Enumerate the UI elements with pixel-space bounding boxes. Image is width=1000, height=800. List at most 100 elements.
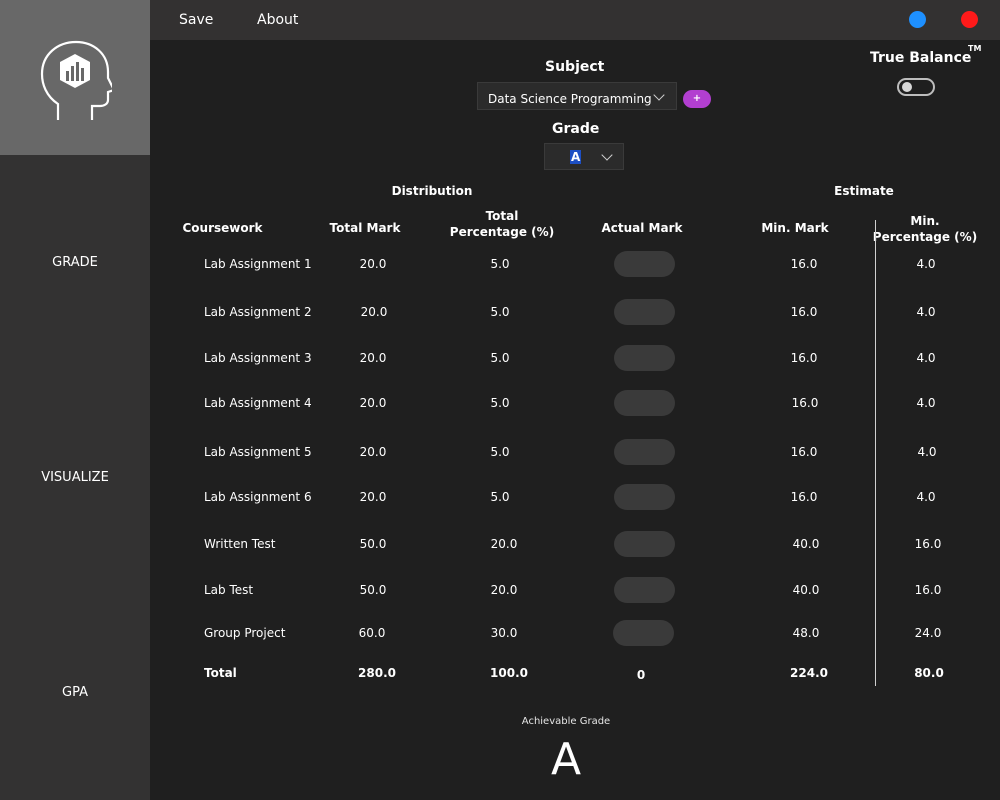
grade-dropdown[interactable]: A bbox=[544, 143, 624, 170]
close-button[interactable] bbox=[961, 11, 978, 28]
row-total-mark: 50.0 bbox=[359, 583, 387, 597]
achievable-grade-label: Achievable Grade bbox=[521, 716, 611, 727]
save-menu[interactable]: Save bbox=[179, 12, 213, 28]
nav-visualize[interactable]: VISUALIZE bbox=[0, 470, 150, 485]
nav-grade[interactable]: GRADE bbox=[0, 255, 150, 270]
row-name: Lab Assignment 4 bbox=[204, 396, 312, 410]
minimize-button[interactable] bbox=[909, 11, 926, 28]
actual-mark-input[interactable] bbox=[614, 345, 675, 371]
head-chart-logo-icon bbox=[40, 40, 112, 120]
sidebar: GRADE VISUALIZE GPA bbox=[0, 0, 150, 800]
toggle-knob bbox=[902, 82, 912, 92]
subject-value: Data Science Programming bbox=[488, 92, 652, 106]
row-min-mark: 40.0 bbox=[792, 537, 820, 551]
actual-mark-input[interactable] bbox=[614, 299, 675, 325]
actual-mark-input[interactable] bbox=[614, 251, 675, 277]
add-subject-button[interactable]: + bbox=[683, 90, 711, 108]
row-min-mark: 16.0 bbox=[790, 445, 818, 459]
row-name: Written Test bbox=[204, 537, 276, 551]
row-total-pct: 5.0 bbox=[490, 351, 510, 365]
row-min-pct: 4.0 bbox=[916, 257, 936, 271]
actual-mark-input[interactable] bbox=[614, 577, 675, 603]
nav-gpa[interactable]: GPA bbox=[0, 685, 150, 700]
col-total-pct: Total Percentage (%) bbox=[442, 208, 562, 240]
row-total-pct: 20.0 bbox=[490, 583, 518, 597]
row-total-mark: 20.0 bbox=[359, 396, 387, 410]
row-min-mark: 16.0 bbox=[791, 396, 819, 410]
main-panel: Subject Data Science Programming + Grade… bbox=[150, 40, 1000, 800]
trademark-mark: TM bbox=[968, 44, 982, 53]
row-name: Lab Assignment 5 bbox=[204, 445, 312, 459]
row-name: Lab Test bbox=[204, 583, 254, 597]
about-menu[interactable]: About bbox=[257, 12, 298, 28]
row-min-mark: 48.0 bbox=[792, 626, 820, 640]
distribution-heading: Distribution bbox=[391, 184, 473, 198]
grade-label: Grade bbox=[552, 121, 600, 137]
actual-mark-input[interactable] bbox=[614, 531, 675, 557]
row-total-pct: 5.0 bbox=[490, 257, 510, 271]
column-divider bbox=[875, 220, 876, 686]
row-total-pct: 5.0 bbox=[490, 490, 510, 504]
row-min-mark: 16.0 bbox=[790, 490, 818, 504]
col-actual-mark: Actual Mark bbox=[601, 221, 683, 235]
row-total-mark: 20.0 bbox=[359, 445, 387, 459]
logo-box bbox=[0, 0, 150, 155]
row-total-pct: 30.0 bbox=[490, 626, 518, 640]
total-pct-sum: 100.0 bbox=[490, 666, 528, 680]
true-balance-toggle[interactable] bbox=[897, 78, 935, 96]
row-min-pct: 16.0 bbox=[914, 537, 942, 551]
row-min-mark: 16.0 bbox=[790, 305, 818, 319]
row-min-pct: 16.0 bbox=[914, 583, 942, 597]
col-total-mark: Total Mark bbox=[329, 221, 401, 235]
actual-mark-input[interactable] bbox=[614, 390, 675, 416]
top-menu-bar: Save About bbox=[150, 0, 1000, 40]
col-min-pct: Min. Percentage (%) bbox=[865, 213, 985, 245]
actual-mark-input[interactable] bbox=[614, 484, 675, 510]
row-min-pct: 4.0 bbox=[916, 396, 936, 410]
min-pct-sum: 80.0 bbox=[914, 666, 944, 680]
total-mark-sum: 280.0 bbox=[358, 666, 396, 680]
row-min-pct: 4.0 bbox=[916, 490, 936, 504]
row-min-mark: 40.0 bbox=[792, 583, 820, 597]
row-min-mark: 16.0 bbox=[790, 351, 818, 365]
row-total-pct: 5.0 bbox=[490, 396, 510, 410]
row-name: Lab Assignment 3 bbox=[204, 351, 312, 365]
subject-dropdown[interactable]: Data Science Programming bbox=[477, 82, 677, 110]
row-total-mark: 20.0 bbox=[359, 490, 387, 504]
row-total-mark: 50.0 bbox=[359, 537, 387, 551]
col-min-mark: Min. Mark bbox=[761, 221, 829, 235]
total-label: Total bbox=[204, 666, 237, 680]
chevron-down-icon bbox=[601, 149, 613, 161]
actual-mark-input[interactable] bbox=[614, 439, 675, 465]
row-total-mark: 20.0 bbox=[360, 305, 388, 319]
true-balance-label: True Balance bbox=[870, 50, 972, 66]
achievable-grade-value: A bbox=[550, 734, 582, 785]
row-total-mark: 20.0 bbox=[359, 257, 387, 271]
row-total-pct: 5.0 bbox=[490, 305, 510, 319]
col-total-pct-line2: Percentage (%) bbox=[449, 225, 555, 239]
row-total-mark: 20.0 bbox=[359, 351, 387, 365]
row-min-pct: 4.0 bbox=[916, 351, 936, 365]
row-name: Lab Assignment 2 bbox=[204, 305, 312, 319]
col-min-pct-line1: Min. bbox=[910, 214, 940, 228]
min-mark-sum: 224.0 bbox=[790, 666, 828, 680]
actual-mark-sum: 0 bbox=[636, 668, 646, 682]
row-name: Lab Assignment 1 bbox=[204, 257, 312, 271]
row-name: Lab Assignment 6 bbox=[204, 490, 312, 504]
row-min-pct: 4.0 bbox=[916, 305, 936, 319]
subject-label: Subject bbox=[545, 59, 605, 75]
col-coursework: Coursework bbox=[182, 221, 263, 235]
row-total-pct: 20.0 bbox=[490, 537, 518, 551]
estimate-heading: Estimate bbox=[834, 184, 894, 198]
row-total-mark: 60.0 bbox=[358, 626, 386, 640]
grade-value: A bbox=[570, 150, 582, 164]
row-name: Group Project bbox=[204, 626, 286, 640]
row-min-mark: 16.0 bbox=[790, 257, 818, 271]
actual-mark-input[interactable] bbox=[613, 620, 674, 646]
row-min-pct: 24.0 bbox=[914, 626, 942, 640]
col-total-pct-line1: Total bbox=[485, 209, 519, 223]
row-total-pct: 5.0 bbox=[490, 445, 510, 459]
chevron-down-icon bbox=[653, 89, 665, 101]
col-min-pct-line2: Percentage (%) bbox=[872, 230, 978, 244]
row-min-pct: 4.0 bbox=[917, 445, 937, 459]
